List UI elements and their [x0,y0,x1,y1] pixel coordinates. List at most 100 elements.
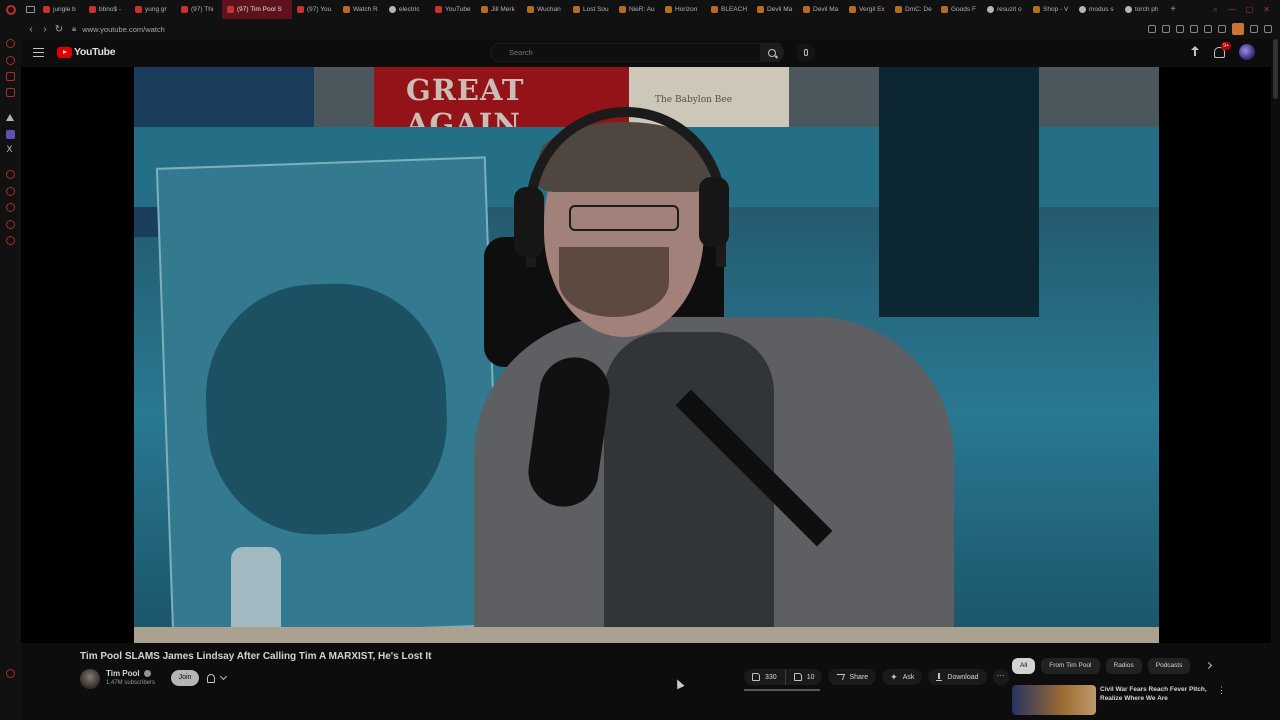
instagram-icon[interactable] [6,88,15,97]
site-icon [1033,6,1040,13]
recent-icon[interactable] [6,203,15,212]
browser-tab[interactable]: YouTube [430,0,476,19]
player-icon[interactable] [1190,25,1198,33]
recommended-title[interactable]: Civil War Fears Reach Fever Pitch, Reali… [1100,685,1210,703]
close-window-button[interactable]: ✕ [1263,5,1270,14]
recommended-menu-icon[interactable]: ⋮ [1217,685,1226,696]
chip-all[interactable]: All [1012,658,1036,674]
verified-icon [143,670,151,678]
tab-label: NieR: Au [629,6,655,13]
opera-logo-icon[interactable] [0,0,22,19]
clock-icon[interactable] [6,170,15,179]
browser-tab[interactable]: Shop - V [1028,0,1074,19]
reload-button[interactable]: ↻ [52,24,66,35]
site-icon [803,6,810,13]
player-sidebar-icon[interactable] [6,187,15,196]
search-tabs-icon[interactable]: ⌕ [1213,5,1217,15]
chips-next-button[interactable] [1201,658,1215,672]
notifications-bell-icon[interactable]: 9+ [1214,41,1232,58]
browser-tab[interactable]: torch ph [1120,0,1166,19]
video-frame[interactable]: GREAT AGAIN The Babylon Bee [134,67,1159,643]
scrollbar-thumb[interactable] [1273,39,1278,99]
browser-tab[interactable]: Vergil Ex [844,0,890,19]
recommended-thumbnail[interactable] [1012,685,1096,715]
more-sidebar-icon[interactable] [6,669,15,678]
browser-tab[interactable]: DmC: De [890,0,936,19]
create-upload-icon[interactable] [1190,46,1200,58]
browser-tab[interactable]: Goods F [936,0,982,19]
download-icon[interactable] [1250,25,1258,33]
youtube-logo[interactable]: YouTube [57,46,116,58]
more-actions-button[interactable]: ··· [992,669,1009,685]
bookmark-icon[interactable] [1148,25,1156,33]
channel-name-row[interactable]: Tim Pool [106,669,151,678]
page-scrollbar[interactable] [1271,39,1280,720]
heart-icon[interactable] [1204,25,1212,33]
aria-icon[interactable] [6,56,15,65]
browser-tab[interactable]: modus s [1074,0,1120,19]
globe-icon [987,6,994,13]
recommended-video[interactable]: Civil War Fears Reach Fever Pitch, Reali… [1012,685,1232,715]
x-twitter-icon[interactable]: X [5,145,14,154]
browser-tab[interactable]: Lost Sou [568,0,614,19]
new-tab-button[interactable]: + [1166,4,1180,15]
discord-icon[interactable] [6,130,15,139]
snapshot-icon[interactable] [1162,25,1170,33]
browser-tab[interactable]: yung gr [130,0,176,19]
browser-tab[interactable]: electric [384,0,430,19]
browser-tab[interactable]: (97) Tim Pool S [222,0,292,19]
tab-overview-icon[interactable] [22,0,38,19]
guide-menu-icon[interactable] [33,48,44,57]
like-button[interactable]: 330 [744,669,785,685]
browser-tab[interactable]: resuzit o [982,0,1028,19]
url-field[interactable]: www.youtube.com/watch [82,25,165,34]
tab-label: resuzit o [997,6,1022,13]
profile-avatar-icon[interactable] [1232,23,1244,35]
arc-icon[interactable] [6,114,14,121]
settings-icon[interactable] [6,236,15,245]
dislike-button[interactable]: 10 [784,669,823,685]
join-button[interactable]: Join [171,670,199,686]
channel-avatar[interactable] [80,669,100,689]
share-button[interactable]: Share [828,669,877,685]
tab-label: jungle b [53,6,76,13]
maximize-button[interactable]: ▢ [1246,5,1254,14]
messenger-icon[interactable] [6,72,15,81]
browser-tab[interactable]: jungle b [38,0,84,19]
chip-from-tim-pool[interactable]: From Tim Pool [1041,658,1100,674]
search-button[interactable] [760,43,784,62]
browser-tab[interactable]: Horizon [660,0,706,19]
menu-icon[interactable] [1264,25,1272,33]
browser-tab[interactable]: NieR: Au [614,0,660,19]
browser-tab[interactable]: Watch R [338,0,384,19]
chip-radios[interactable]: Radios [1105,658,1142,674]
account-avatar[interactable] [1239,44,1255,60]
channel-name[interactable]: Tim Pool [106,669,140,678]
browser-tab[interactable]: (97) You [292,0,338,19]
back-button[interactable]: ‹ [24,24,38,35]
browser-tab[interactable]: BLEACH [706,0,752,19]
ask-button[interactable]: ✦ Ask [882,669,923,685]
shield-icon[interactable] [1176,25,1184,33]
forward-button[interactable]: › [38,24,52,35]
browser-tab[interactable]: Devil Ma [752,0,798,19]
pinboard-icon[interactable] [6,220,15,229]
search-input[interactable]: Search [490,43,780,62]
chip-podcasts[interactable]: Podcasts [1147,658,1191,674]
voice-search-button[interactable] [796,43,815,62]
browser-tab[interactable]: Jill Merk [476,0,522,19]
browser-tab[interactable]: Wuchan [522,0,568,19]
minimize-button[interactable]: — [1228,5,1236,14]
lock-icon[interactable]: 🔒︎ [72,24,76,34]
history-icon[interactable] [6,39,15,48]
subscription-bell-button[interactable] [207,670,237,686]
download-button[interactable]: Download [928,669,987,685]
extensions-icon[interactable] [1218,25,1226,33]
browser-tab[interactable]: (97) Thi [176,0,222,19]
browser-tab[interactable]: Devil Ma [798,0,844,19]
dislike-count: 10 [806,673,815,681]
site-icon [849,6,856,13]
video-player[interactable]: GREAT AGAIN The Babylon Bee [21,67,1271,643]
browser-tab[interactable]: bbno$ - [84,0,130,19]
tab-label: Watch R [353,6,378,13]
